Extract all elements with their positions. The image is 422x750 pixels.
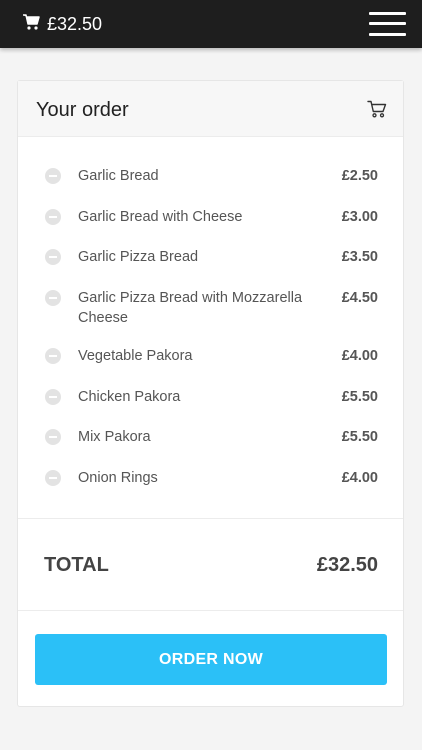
top-bar: £32.50 bbox=[0, 0, 422, 48]
order-item: Garlic Pizza Bread with Mozzarella Chees… bbox=[18, 279, 403, 338]
total-label: TOTAL bbox=[44, 554, 109, 576]
order-now-button[interactable]: ORDER NOW bbox=[35, 634, 387, 685]
item-name: Garlic Pizza Bread with Mozzarella Chees… bbox=[78, 289, 303, 326]
total-value: £32.50 bbox=[316, 554, 378, 576]
item-price: £3.00 bbox=[341, 208, 378, 225]
item-price: £2.50 bbox=[341, 168, 378, 184]
item-name: Vegetable Pakora bbox=[78, 348, 193, 364]
order-card-header: Your order bbox=[18, 81, 403, 137]
hamburger-menu-icon[interactable] bbox=[369, 10, 406, 38]
order-item: Chicken Pakora £5.50 bbox=[18, 378, 403, 419]
remove-item-icon[interactable] bbox=[45, 348, 61, 364]
cart-icon[interactable] bbox=[22, 13, 40, 31]
order-item: Garlic Bread £2.50 bbox=[18, 157, 403, 198]
item-name: Mix Pakora bbox=[78, 429, 151, 445]
item-price: £4.00 bbox=[341, 348, 378, 364]
order-item: Vegetable Pakora £4.00 bbox=[18, 337, 403, 378]
remove-item-icon[interactable] bbox=[45, 249, 61, 265]
order-item: Mix Pakora £5.50 bbox=[18, 418, 403, 459]
item-price: £5.50 bbox=[341, 429, 378, 445]
item-price: £5.50 bbox=[341, 388, 378, 405]
remove-item-icon[interactable] bbox=[45, 388, 61, 405]
item-price: £4.50 bbox=[341, 289, 378, 306]
item-name: Garlic Bread bbox=[78, 168, 159, 184]
menu-bar-line bbox=[369, 12, 406, 15]
remove-item-icon[interactable] bbox=[45, 469, 61, 486]
remove-item-icon[interactable] bbox=[45, 429, 61, 445]
order-item: Garlic Pizza Bread £3.50 bbox=[18, 238, 403, 279]
order-item: Garlic Bread with Cheese £3.00 bbox=[18, 198, 403, 239]
item-price: £4.00 bbox=[341, 469, 378, 486]
cart-total[interactable]: £32.50 bbox=[47, 13, 102, 35]
order-card: Your order Garlic Bread £2.50 Garlic Bre… bbox=[17, 80, 404, 707]
menu-bar-line bbox=[369, 22, 406, 25]
cart-outline-icon bbox=[367, 100, 387, 118]
order-items-list: Garlic Bread £2.50 Garlic Bread with Che… bbox=[18, 157, 403, 499]
remove-item-icon[interactable] bbox=[45, 208, 61, 225]
item-price: £3.50 bbox=[341, 249, 378, 265]
item-name: Garlic Pizza Bread bbox=[78, 249, 199, 265]
item-name: Chicken Pakora bbox=[78, 388, 181, 405]
item-name: Garlic Bread with Cheese bbox=[78, 208, 243, 225]
divider bbox=[18, 610, 403, 611]
remove-item-icon[interactable] bbox=[45, 289, 61, 306]
item-name: Onion Rings bbox=[78, 469, 158, 486]
divider bbox=[18, 518, 403, 519]
order-title: Your order bbox=[36, 99, 129, 121]
menu-bar-line bbox=[369, 33, 406, 36]
order-item: Onion Rings £4.00 bbox=[18, 459, 403, 500]
remove-item-icon[interactable] bbox=[45, 168, 61, 184]
